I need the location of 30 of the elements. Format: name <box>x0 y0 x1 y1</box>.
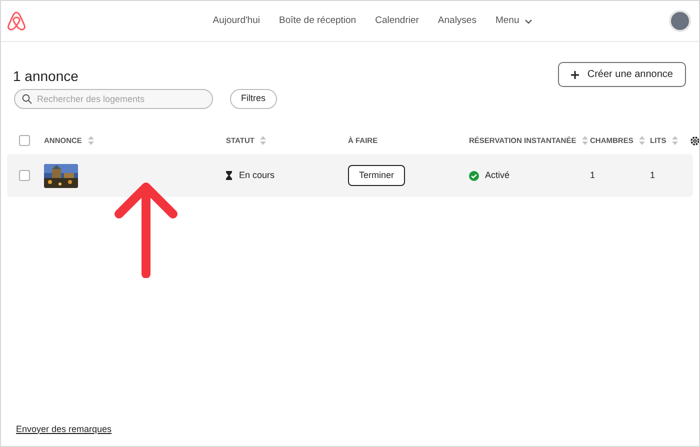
finish-button[interactable]: Terminer <box>348 165 406 186</box>
status-text: En cours <box>239 168 275 182</box>
logo-icon[interactable] <box>7 11 26 31</box>
sort-icon[interactable] <box>639 136 646 145</box>
sort-icon[interactable] <box>582 136 588 145</box>
sort-icon[interactable] <box>260 136 266 145</box>
sort-icon[interactable] <box>88 136 94 145</box>
search-icon <box>22 94 32 104</box>
create-listing-button[interactable]: Créer une annonce <box>558 62 686 87</box>
nav-link[interactable]: Calendrier <box>375 14 419 28</box>
filters-button[interactable]: Filtres <box>230 89 276 109</box>
instant-booking-text: Activé <box>485 168 510 182</box>
feedback-link[interactable]: Envoyer des remarques <box>16 422 112 436</box>
hourglass-icon <box>226 171 232 180</box>
avatar[interactable] <box>669 10 691 32</box>
settings-icon[interactable] <box>690 136 699 146</box>
chevron-down-icon[interactable] <box>525 18 532 24</box>
checkbox[interactable] <box>19 170 30 181</box>
page-title: 1 annonce <box>13 67 78 86</box>
nav-link[interactable]: Menu <box>495 14 532 28</box>
sort-icon[interactable] <box>672 136 678 145</box>
table-cell-text: 1 <box>650 168 656 182</box>
table-cell-text: 1 <box>590 168 596 182</box>
plus-icon <box>571 70 580 78</box>
checkbox[interactable] <box>19 135 30 146</box>
nav-link[interactable]: Aujourd'hui <box>212 14 260 28</box>
nav-link[interactable]: Analyses <box>438 14 476 28</box>
table-row[interactable]: En cours Terminer Activé 1 1 <box>7 154 693 197</box>
nav-link[interactable]: Boîte de réception <box>278 14 356 28</box>
search-field[interactable]: Rechercher des logements <box>14 89 213 109</box>
